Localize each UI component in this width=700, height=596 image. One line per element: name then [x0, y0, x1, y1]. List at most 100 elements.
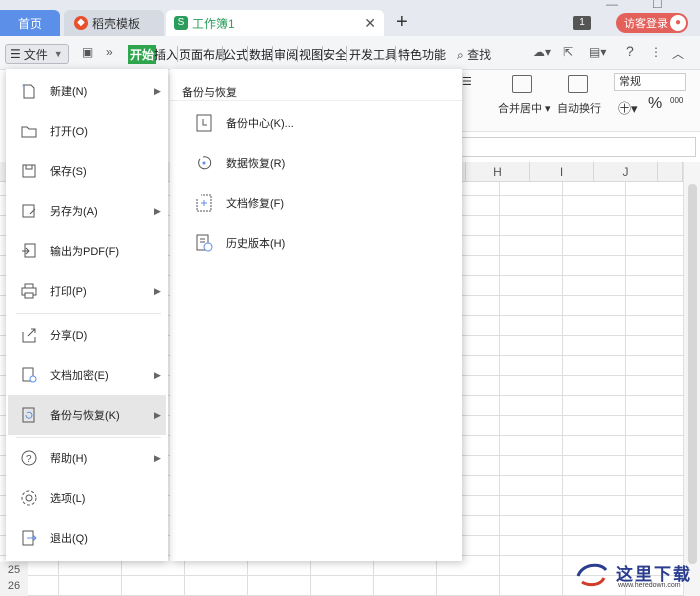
tab-special-features[interactable]: 特色功能 [398, 46, 446, 63]
menu-item-exit[interactable]: 退出(Q) [8, 518, 166, 558]
submenu-divider [170, 100, 462, 101]
print-icon [21, 283, 37, 299]
tab-view[interactable]: 视图 [299, 46, 323, 63]
submenu-item-history-version[interactable]: 历史版本(H) [190, 230, 440, 256]
column-header-k[interactable] [658, 162, 683, 182]
hamburger-icon: ☰ [10, 47, 21, 61]
align-icon[interactable]: ☰ [462, 75, 478, 93]
more-icon[interactable]: » [106, 45, 113, 59]
formula-input[interactable] [460, 137, 696, 157]
tab-home[interactable]: 首页 [0, 10, 60, 36]
tab-developer[interactable]: 开发工具 [349, 46, 397, 63]
wrap-text-icon[interactable] [568, 75, 588, 93]
save-icon [22, 164, 36, 178]
submenu-item-data-recovery[interactable]: 数据恢复(R) [190, 150, 440, 176]
tab-daoke-templates[interactable]: ◆ 稻壳模板 [64, 10, 164, 36]
row-header-26[interactable]: 26 [0, 578, 28, 594]
menu-divider [16, 313, 161, 314]
divider [297, 46, 298, 62]
export-pdf-icon [22, 243, 36, 258]
menu-item-export-pdf[interactable]: 输出为PDF(F) [8, 231, 166, 271]
tab-start[interactable]: 开始 [128, 45, 157, 64]
menu-item-options[interactable]: 选项(L) [8, 478, 166, 518]
divider [222, 46, 223, 62]
column-header-j[interactable]: J [594, 162, 658, 182]
menu-item-encrypt[interactable]: 文档加密(E) ▶ [8, 355, 166, 395]
menu-item-open[interactable]: 打开(O) [8, 111, 166, 151]
share-icon [22, 328, 36, 343]
submenu-item-document-repair[interactable]: 文档修复(F) [190, 190, 440, 216]
submenu-item-backup-center[interactable]: 备份中心(K)... [190, 110, 440, 136]
exit-icon [22, 530, 37, 546]
row-header-25[interactable]: 25 [0, 562, 28, 578]
menu-item-label: 打印(P) [50, 286, 87, 298]
menu-item-backup-restore[interactable]: 备份与恢复(K) ▶ [8, 395, 166, 435]
help-icon[interactable]: ? [626, 43, 634, 59]
minimize-icon[interactable]: — [606, 0, 618, 11]
menu-item-label: 备份与恢复(K) [50, 410, 120, 422]
help-icon: ? [21, 450, 37, 466]
tab-workbook[interactable]: S 工作簿1 ✕ [166, 10, 384, 36]
scroll-thumb[interactable] [688, 184, 697, 564]
menu-item-help[interactable]: ? 帮助(H) ▶ [8, 438, 166, 478]
thousands-separator-icon[interactable]: 000 [670, 96, 683, 105]
currency-icon[interactable]: ㊉▾ [618, 98, 638, 117]
collapse-ribbon-icon[interactable]: ︿ [672, 45, 684, 62]
window-count-badge[interactable]: 1 [573, 16, 591, 30]
add-tab-icon[interactable]: + [396, 12, 408, 32]
column-header-i[interactable]: I [530, 162, 594, 182]
tab-security[interactable]: 安全 [323, 46, 347, 63]
merge-center-label: 合并居中 [498, 103, 542, 115]
menu-toolbar-row: ☰ 文件 ▼ ▣ » 开始 插入 页面布局 公式 数据 审阅 视图 安全 开发工… [0, 36, 700, 70]
menu-item-save-as[interactable]: 另存为(A) ▶ [8, 191, 166, 231]
menu-item-label: 另存为(A) [50, 206, 98, 218]
wrap-text-button[interactable]: 自动换行 [557, 100, 601, 116]
divider [272, 46, 273, 62]
daoke-logo-icon: ◆ [74, 16, 88, 30]
more-vertical-icon[interactable]: ⋮ [650, 45, 662, 59]
tab-formula[interactable]: 公式 [224, 46, 248, 63]
menu-item-label: 选项(L) [50, 493, 86, 505]
heredown-logo-icon [576, 563, 608, 587]
cloud-icon[interactable]: ☁▾ [533, 45, 551, 59]
tab-data[interactable]: 数据 [249, 46, 273, 63]
guest-login-button[interactable]: 访客登录 ● [616, 13, 688, 33]
menu-item-print[interactable]: 打印(P) ▶ [8, 271, 166, 311]
file-menu-button[interactable]: ☰ 文件 ▼ [5, 44, 69, 64]
submenu-item-label: 文档修复(F) [226, 198, 285, 210]
share-out-icon[interactable]: ⇱ [563, 45, 573, 59]
guest-login-label: 访客登录 [624, 18, 668, 30]
close-tab-icon[interactable]: ✕ [364, 15, 376, 32]
menu-item-label: 退出(Q) [50, 533, 88, 545]
menu-item-label: 输出为PDF(F) [50, 246, 120, 258]
menu-item-label: 新建(N) [50, 86, 88, 98]
menu-item-new[interactable]: * 新建(N) ▶ [8, 71, 166, 111]
save-icon[interactable]: ▣ [82, 45, 93, 59]
save-as-icon [22, 204, 36, 218]
tab-review[interactable]: 审阅 [274, 46, 298, 63]
tab-workbook-label: 工作簿1 [192, 16, 235, 31]
chevron-right-icon: ▶ [154, 205, 161, 216]
search-label: 查找 [467, 48, 492, 62]
column-header-h[interactable]: H [466, 162, 530, 182]
submenu-title: 备份与恢复 [182, 87, 237, 99]
submenu-item-label: 数据恢复(R) [226, 158, 286, 170]
menu-item-save[interactable]: 保存(S) [8, 151, 166, 191]
search-button[interactable]: ⌕ 查找 [457, 46, 491, 63]
data-recovery-icon [198, 156, 212, 170]
percent-button[interactable]: % [648, 95, 662, 113]
watermark-url: www.heredown.com [618, 582, 681, 589]
menu-item-share[interactable]: 分享(D) [8, 315, 166, 355]
calendar-icon[interactable]: ▤▾ [589, 45, 606, 59]
backup-restore-submenu: 备份与恢复 备份中心(K)... 数据恢复(R) 文档修复(F) 历史版本(H) [170, 69, 462, 561]
merge-center-icon[interactable] [512, 75, 532, 93]
merge-center-button[interactable]: 合并居中 ▾ [498, 100, 551, 116]
divider [247, 46, 248, 62]
number-format-select[interactable]: 常规 [614, 73, 686, 91]
menu-item-label: 保存(S) [50, 166, 87, 178]
vertical-scrollbar[interactable] [683, 162, 700, 596]
tab-insert[interactable]: 插入 [154, 46, 178, 63]
maximize-icon[interactable]: ☐ [652, 0, 663, 11]
submenu-item-label: 备份中心(K)... [226, 118, 294, 130]
tab-page-layout[interactable]: 页面布局 [179, 46, 227, 63]
